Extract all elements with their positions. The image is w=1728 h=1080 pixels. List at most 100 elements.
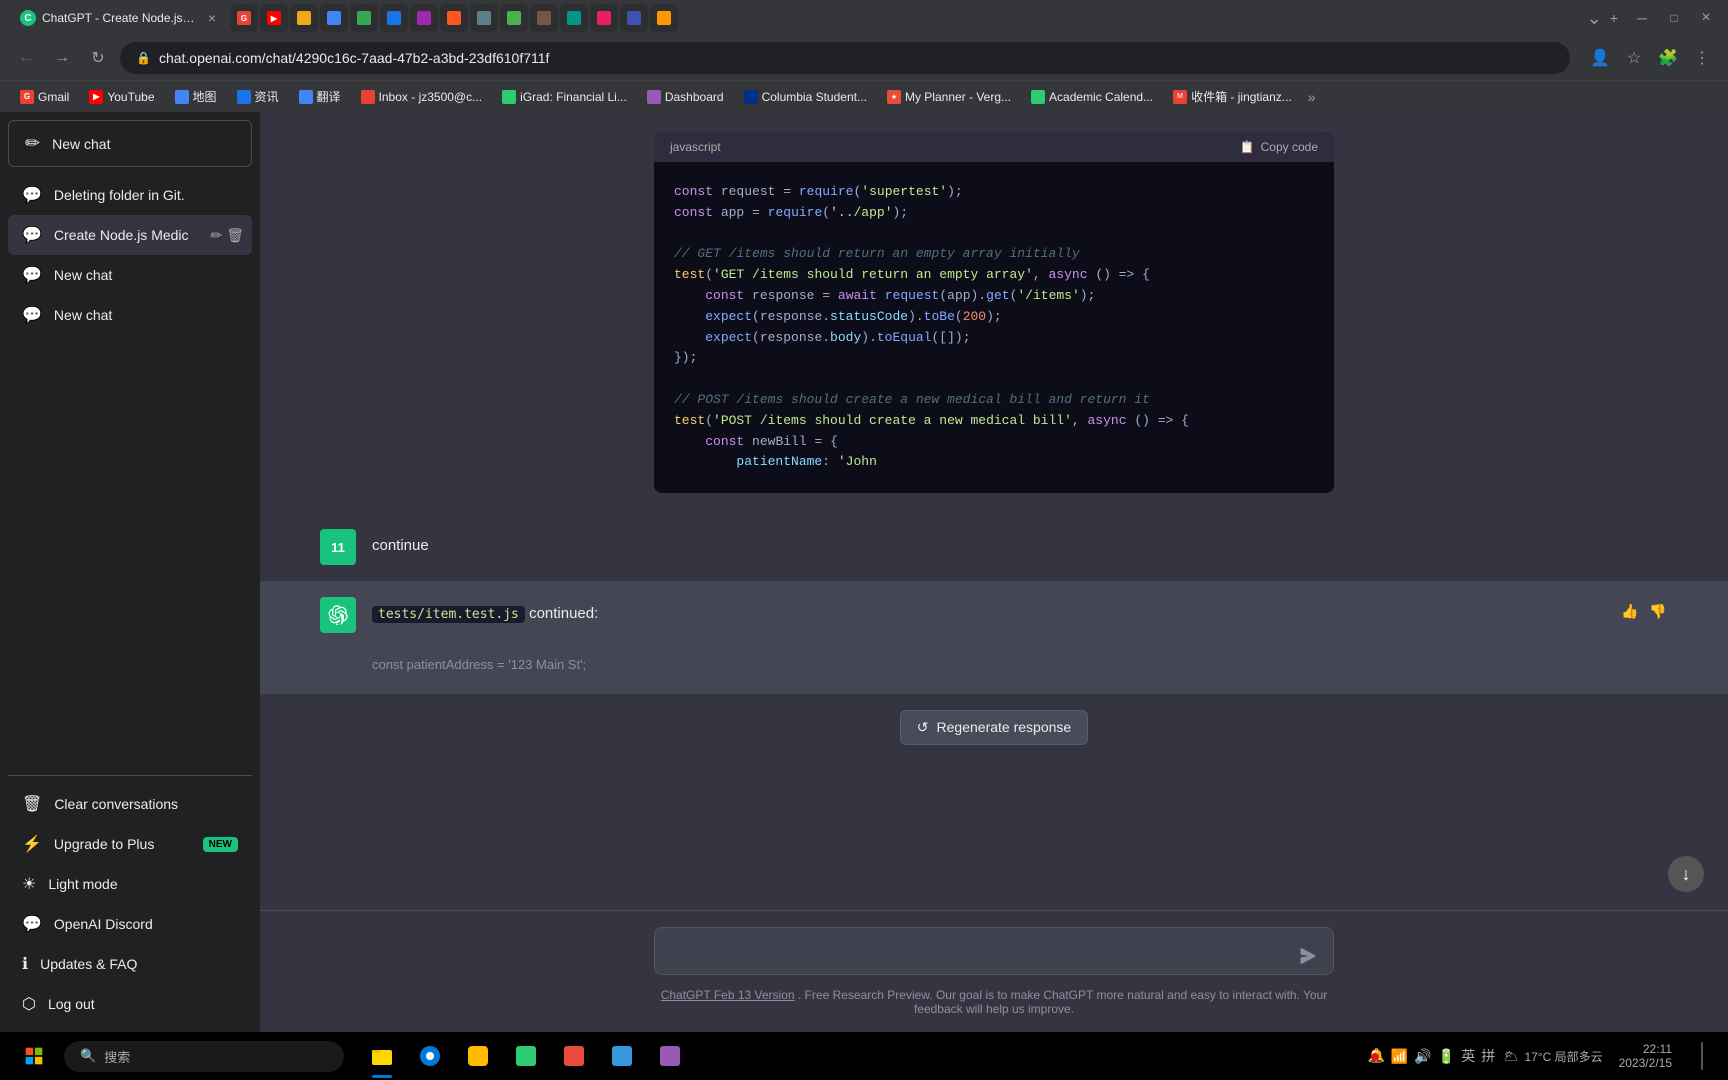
regenerate-button[interactable]: ↺ Regenerate response <box>900 710 1088 745</box>
tab-favicon-gmail[interactable]: G <box>230 4 258 32</box>
sidebar-item-clear[interactable]: 🗑 Clear conversations <box>8 784 252 824</box>
tab-favicon-10[interactable] <box>500 4 528 32</box>
bookmark-columbia[interactable]: Columbia Student... <box>736 88 875 106</box>
main-chat: javascript 📋 Copy code const request = r… <box>260 112 1728 1032</box>
copy-code-button[interactable]: 📋 Copy code <box>1240 140 1318 154</box>
sidebar-item-new-chat-2[interactable]: 💬 New chat <box>8 255 252 295</box>
forward-button[interactable]: → <box>48 44 76 72</box>
sidebar-item-label-3: New chat <box>54 267 238 283</box>
show-desktop-button[interactable] <box>1688 1034 1716 1078</box>
battery-icon[interactable]: 🔋 <box>1438 1048 1455 1065</box>
tab-favicon-13[interactable] <box>590 4 618 32</box>
sidebar-item-new-chat-3[interactable]: 💬 New chat <box>8 295 252 335</box>
bookmark-news[interactable]: 资讯 <box>229 86 287 107</box>
refresh-button[interactable]: ↻ <box>84 44 112 72</box>
delete-icon[interactable]: 🗑 <box>226 227 244 244</box>
user-message-row: 11 continue <box>260 513 1728 581</box>
tab-favicon-12[interactable] <box>560 4 588 32</box>
logout-icon: ⬡ <box>22 994 36 1014</box>
bookmark-dashboard[interactable]: Dashboard <box>639 88 732 106</box>
send-button[interactable] <box>1294 942 1322 970</box>
close-button[interactable]: × <box>1692 4 1720 32</box>
bookmark-label-columbia: Columbia Student... <box>762 90 867 104</box>
new-chat-icon: ✏ <box>25 133 40 154</box>
bookmark-label-inbox: Inbox - jz3500@c... <box>379 90 483 104</box>
tab-favicon-yt[interactable]: ▶ <box>260 4 288 32</box>
star-icon[interactable]: ☆ <box>1620 44 1648 72</box>
taskbar-file-explorer[interactable] <box>360 1034 404 1078</box>
sidebar-item-discord[interactable]: 💬 OpenAI Discord <box>8 904 252 944</box>
thumbs-down-icon[interactable]: 👎 <box>1648 601 1668 621</box>
new-chat-button[interactable]: ✏ New chat <box>8 120 252 167</box>
edit-icon[interactable]: ✏ <box>210 227 222 244</box>
tab-favicon-11[interactable] <box>530 4 558 32</box>
taskbar-app-3[interactable] <box>456 1034 500 1078</box>
taskbar-app-7[interactable] <box>648 1034 692 1078</box>
address-bar[interactable]: 🔒 chat.openai.com/chat/4290c16c-7aad-47b… <box>120 42 1570 74</box>
taskbar-app-4[interactable] <box>504 1034 548 1078</box>
volume-icon[interactable]: 🔊 <box>1414 1048 1431 1065</box>
tab-favicon-3[interactable] <box>290 4 318 32</box>
bookmarks-more-icon[interactable]: » <box>1308 89 1316 105</box>
sidebar-item-label-clear: Clear conversations <box>54 796 238 812</box>
back-button[interactable]: ← <box>12 44 40 72</box>
scroll-to-bottom-button[interactable]: ↓ <box>1668 856 1704 892</box>
taskbar-apps <box>360 1034 692 1078</box>
sidebar-item-label-upgrade: Upgrade to Plus <box>54 836 191 852</box>
tab-favicon-4[interactable] <box>320 4 348 32</box>
taskbar-app-5[interactable] <box>552 1034 596 1078</box>
tab-favicon-6[interactable] <box>380 4 408 32</box>
minimize-button[interactable]: ─ <box>1628 4 1656 32</box>
bookmark-mail[interactable]: M 收件箱 - jingtianz... <box>1165 86 1300 107</box>
sidebar-item-label-light: Light mode <box>48 876 238 892</box>
tab-close-icon[interactable]: × <box>208 10 216 26</box>
code-block-header: javascript 📋 Copy code <box>654 132 1334 162</box>
taskbar-search[interactable]: 🔍 搜索 <box>64 1041 344 1072</box>
input-lang-icon[interactable]: 拼 <box>1481 1046 1495 1066</box>
settings-icon[interactable]: ⋮ <box>1688 44 1716 72</box>
sidebar-item-create-nodejs[interactable]: 💬 Create Node.js Medic ✏ 🗑 <box>8 215 252 255</box>
bookmark-academic[interactable]: Academic Calend... <box>1023 88 1161 106</box>
tab-favicon-5[interactable] <box>350 4 378 32</box>
maximize-button[interactable]: □ <box>1660 4 1688 32</box>
start-button[interactable] <box>12 1034 56 1078</box>
chatgpt-version-link[interactable]: ChatGPT Feb 13 Version <box>661 988 795 1002</box>
bookmark-igrad[interactable]: iGrad: Financial Li... <box>494 88 635 106</box>
input-wrapper <box>654 927 1334 980</box>
tab-favicon-9[interactable] <box>470 4 498 32</box>
new-tab-icon[interactable]: + <box>1610 10 1618 26</box>
thumbs-up-icon[interactable]: 👍 <box>1620 601 1640 621</box>
sidebar-item-upgrade[interactable]: ⚡ Upgrade to Plus NEW <box>8 824 252 864</box>
tab-favicon-7[interactable] <box>410 4 438 32</box>
active-tab[interactable]: C ChatGPT - Create Node.js Medi... × <box>8 4 228 32</box>
taskbar-browser[interactable] <box>408 1034 452 1078</box>
network-icon[interactable]: 📶 <box>1391 1048 1408 1065</box>
inline-code-filename: tests/item.test.js <box>372 606 525 623</box>
weather-widget[interactable]: 🌥 17°C 局部多云 <box>1503 1048 1602 1065</box>
tab-favicon-15[interactable] <box>650 4 678 32</box>
browser-chrome: C ChatGPT - Create Node.js Medi... × G ▶… <box>0 0 1728 112</box>
assistant-partial-text: const patientAddress = '123 Main St'; <box>372 657 586 672</box>
profile-icon[interactable]: 👤 <box>1586 44 1614 72</box>
tab-more-icon[interactable]: ⌄ + <box>1587 8 1618 29</box>
tab-favicon-14[interactable] <box>620 4 648 32</box>
chat-input[interactable] <box>654 927 1334 975</box>
sidebar-item-logout[interactable]: ⬡ Log out <box>8 984 252 1024</box>
time-widget[interactable]: 22:11 2023/2/15 <box>1611 1042 1680 1070</box>
bookmark-planner[interactable]: ★ My Planner - Verg... <box>879 88 1019 106</box>
sidebar-item-light[interactable]: ☀ Light mode <box>8 864 252 904</box>
tab-favicon-8[interactable] <box>440 4 468 32</box>
new-badge: NEW <box>203 837 238 852</box>
extension-icon[interactable]: 🧩 <box>1654 44 1682 72</box>
bookmark-youtube[interactable]: ▶ YouTube <box>81 88 162 106</box>
sidebar-item-deleting[interactable]: 💬 Deleting folder in Git. <box>8 175 252 215</box>
bookmark-maps[interactable]: 地图 <box>167 86 225 107</box>
taskbar-app-6[interactable] <box>600 1034 644 1078</box>
bookmark-translate[interactable]: 翻译 <box>291 86 349 107</box>
tab-bar: C ChatGPT - Create Node.js Medi... × G ▶… <box>0 0 1728 36</box>
search-icon: 🔍 <box>80 1048 96 1064</box>
bookmark-gmail[interactable]: G Gmail <box>12 88 77 106</box>
sidebar-item-faq[interactable]: ℹ Updates & FAQ <box>8 944 252 984</box>
keyboard-icon[interactable]: 英 <box>1461 1046 1475 1066</box>
bookmark-inbox[interactable]: Inbox - jz3500@c... <box>353 88 491 106</box>
